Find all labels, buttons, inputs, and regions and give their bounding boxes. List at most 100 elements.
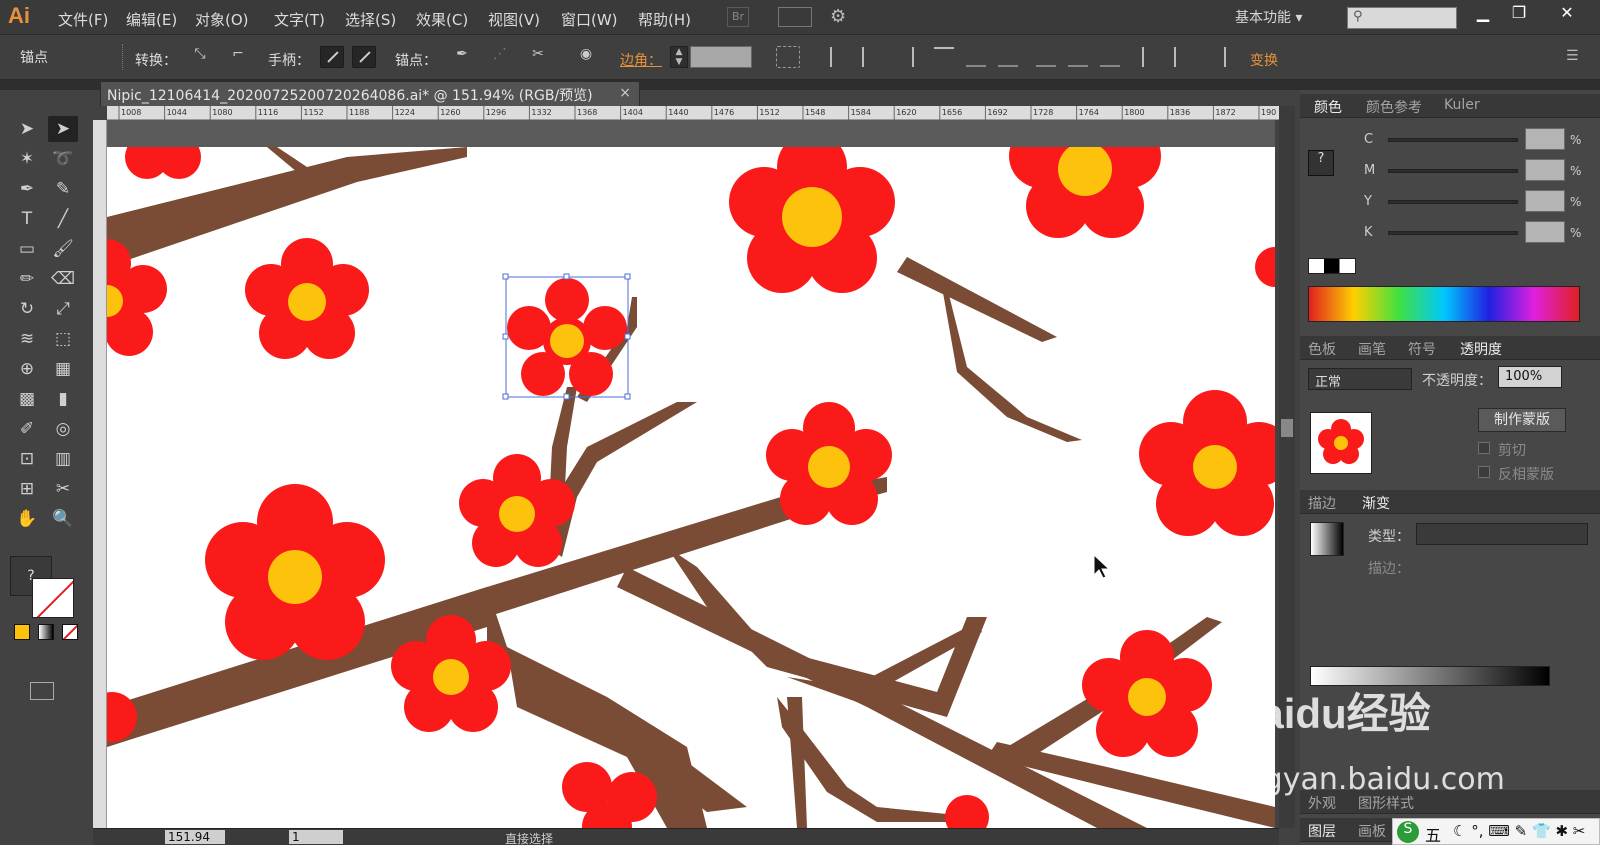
gradient-type-select[interactable] [1416,523,1588,545]
pen-tool-icon[interactable]: ✒ [12,176,42,202]
cut-path-icon[interactable]: ✂ [526,46,550,68]
artboard[interactable] [107,120,1275,828]
search-input[interactable]: ⚲ [1347,7,1457,29]
ime-tray-icons[interactable]: ☾ °, ⌨ ✎ 👕 ✱ ✂ [1453,822,1585,840]
blend-tool-icon[interactable]: ◎ [48,416,78,442]
corner-radius-input[interactable] [690,46,752,68]
align-right-icon[interactable] [894,47,914,67]
corner-stepper[interactable]: ▲ ▼ [670,46,688,68]
clip-checkbox[interactable] [1478,442,1490,454]
hand-tool-icon[interactable]: ✋ [12,506,42,532]
color-mode-icon[interactable] [14,624,30,640]
curvature-tool-icon[interactable]: ✎ [48,176,78,202]
distribute-vcenter-icon[interactable] [1068,47,1088,67]
channel-m-input[interactable] [1525,159,1565,181]
quick-swatches[interactable] [1308,258,1356,274]
tab-artboards[interactable]: 画板 [1358,821,1386,841]
close-tab-icon[interactable]: × [619,85,631,101]
perspective-grid-tool-icon[interactable]: ▦ [48,356,78,382]
artwork[interactable] [107,120,1275,828]
remove-anchor-icon[interactable]: ✒ [450,46,474,68]
free-transform-tool-icon[interactable]: ⬚ [48,326,78,352]
ime-mode[interactable]: 五 [1425,822,1441,845]
ime-logo-icon[interactable]: S [1397,821,1419,843]
workspace-switcher[interactable]: 基本功能 ▾ [1235,7,1302,27]
menu-help[interactable]: 帮助(H) [638,9,691,30]
channel-k-input[interactable] [1525,221,1565,243]
document-tab[interactable]: Nipic_12106414_20200725200720264086.ai* … [100,81,640,106]
stroke-swatch[interactable] [32,578,74,618]
type-tool-icon[interactable]: T [12,206,42,232]
tab-kuler[interactable]: Kuler [1444,97,1480,113]
line-tool-icon[interactable]: ╱ [48,206,78,232]
bridge-button[interactable]: Br [727,7,749,27]
isolate-icon[interactable]: ◉ [574,46,598,68]
menu-edit[interactable]: 编辑(E) [126,9,177,30]
menu-view[interactable]: 视图(V) [488,9,540,30]
zoom-tool-icon[interactable]: 🔍 [48,506,78,532]
distribute-left-icon[interactable] [1142,47,1162,67]
direct-selection-tool-icon[interactable]: ➤ [48,116,78,142]
align-bottom-icon[interactable] [998,47,1018,67]
corner-label[interactable]: 边角： [620,50,662,70]
distribute-right-icon[interactable] [1206,47,1226,67]
tab-transparency[interactable]: 透明度 [1460,339,1502,359]
paintbrush-tool-icon[interactable]: 🖌 [48,236,78,262]
gradient-tool-icon[interactable]: ▮ [48,386,78,412]
artboard-tool-icon[interactable]: ⊞ [12,476,42,502]
symbol-sprayer-tool-icon[interactable]: ⊡ [12,446,42,472]
blend-mode-select[interactable]: 正常 [1308,368,1412,390]
align-top-icon[interactable] [934,47,954,67]
width-tool-icon[interactable]: ≋ [12,326,42,352]
minimize-button[interactable]: ▁ [1468,3,1498,27]
menu-select[interactable]: 选择(S) [345,9,396,30]
screen-mode-icon[interactable] [30,682,54,700]
control-bar-menu-icon[interactable]: ☰ [1566,48,1579,64]
artboard-field[interactable]: 1 [289,830,343,844]
channel-k-slider[interactable] [1388,231,1518,235]
gradient-mode-icon[interactable] [38,624,54,640]
show-handles-icon[interactable] [320,46,344,68]
tab-swatches[interactable]: 色板 [1308,339,1336,359]
selection-tool-icon[interactable]: ➤ [12,116,42,142]
tab-brushes[interactable]: 画笔 [1358,339,1386,359]
lasso-tool-icon[interactable]: ➰ [48,146,78,172]
zoom-field[interactable]: 151.94 [165,830,225,844]
convert-to-corner-icon[interactable]: ⤡ [188,46,212,68]
opacity-input[interactable]: 100% [1498,366,1562,388]
magic-wand-tool-icon[interactable]: ✶ [12,146,42,172]
slice-tool-icon[interactable]: ✂ [48,476,78,502]
tab-color-guide[interactable]: 颜色参考 [1366,97,1422,117]
invert-mask-checkbox[interactable] [1478,466,1490,478]
none-mode-icon[interactable] [62,624,78,640]
tab-layers[interactable]: 图层 [1308,821,1336,841]
channel-c-slider[interactable] [1388,138,1518,142]
hide-handles-icon[interactable] [352,46,376,68]
pencil-tool-icon[interactable]: ✏ [12,266,42,292]
tab-symbols[interactable]: 符号 [1408,339,1436,359]
scroll-thumb[interactable] [1281,419,1293,437]
distribute-top-icon[interactable] [1036,47,1056,67]
select-similar-icon[interactable] [776,46,800,68]
distribute-hcenter-icon[interactable] [1174,47,1194,67]
make-mask-button[interactable]: 制作蒙版 [1478,408,1566,432]
channel-m-slider[interactable] [1388,169,1518,173]
menu-type[interactable]: 文字(T) [274,9,325,30]
convert-to-smooth-icon[interactable]: ⌐ [226,46,250,68]
eraser-tool-icon[interactable]: ⌫ [48,266,78,292]
channel-c-input[interactable] [1525,128,1565,150]
panel-fill-swatch[interactable]: ? [1308,150,1334,176]
gpu-icon[interactable]: ⚙ [830,6,846,27]
rectangle-tool-icon[interactable]: ▭ [12,236,42,262]
color-spectrum[interactable] [1308,286,1580,322]
align-hcenter-icon[interactable] [862,47,882,67]
align-left-icon[interactable] [830,47,850,67]
restore-button[interactable]: ❐ [1504,3,1534,27]
close-window-button[interactable]: ✕ [1552,3,1582,27]
gradient-preview[interactable] [1310,522,1344,556]
distribute-bottom-icon[interactable] [1100,47,1120,67]
tab-gradient[interactable]: 渐变 [1362,493,1390,513]
align-vcenter-icon[interactable] [966,47,986,67]
rotate-tool-icon[interactable]: ↻ [12,296,42,322]
shape-builder-tool-icon[interactable]: ⊕ [12,356,42,382]
